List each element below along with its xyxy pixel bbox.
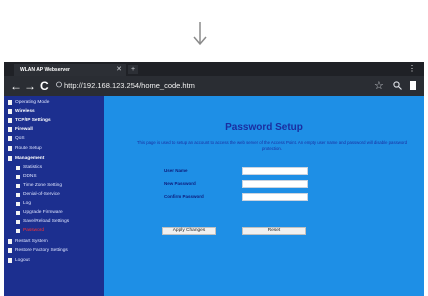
sidebar-item-label: Management [15,156,45,161]
sidebar-item-label: Wireless [15,109,35,114]
sidebar-item-label: Restart System [15,239,48,244]
sidebar-item-label: Denial-of-Service [23,192,60,197]
sidebar-item-management[interactable]: Management [8,154,44,163]
document-icon [16,228,20,233]
sidebar-item-operating-mode[interactable]: Operating Mode [8,98,49,107]
sidebar-item-restart[interactable]: Restart System [8,237,48,246]
sidebar-item-label: Save/Reload Settings [23,219,70,224]
forward-arrow-icon[interactable]: → [24,78,36,94]
document-icon [8,136,12,141]
sidebar-item-password[interactable]: Password [16,226,44,235]
sidebar-item-label: Upgrade Firmware [23,210,63,215]
sidebar-item-label: Log [23,201,32,206]
sidebar-menu: Operating Mode Wireless TCP/IP Settings … [4,96,104,296]
sidebar-item-logout[interactable]: Logout [8,256,30,265]
main-content: Password Setup This page is used to setu… [104,96,424,296]
sidebar-item-firewall[interactable]: Firewall [8,125,33,134]
sidebar-item-restore-factory[interactable]: Restore Factory Settings [8,246,68,255]
sidebar-item-tcpip[interactable]: TCP/IP Settings [8,116,51,125]
page-description: This page is used to setup an account to… [136,140,408,151]
folder-icon [8,118,12,123]
document-icon [16,174,20,179]
document-icon [16,210,20,215]
sidebar-item-save-reload[interactable]: Save/Reload Settings [16,217,69,226]
url-field[interactable]: http://192.168.123.254/home_code.htm [64,81,195,91]
document-icon [16,219,20,224]
sidebar-item-statistics[interactable]: Statistics [16,163,42,172]
sidebar-item-label: Time Zone Setting [23,183,63,188]
sidebar-item-label: Restore Factory Settings [15,248,68,253]
menu-icon[interactable]: ⋮ [408,63,416,74]
sidebar-item-ddns[interactable]: DDNS [16,172,37,181]
folder-icon [8,127,12,132]
sidebar-item-log[interactable]: Log [16,199,31,208]
sidebar-item-wireless[interactable]: Wireless [8,107,35,116]
sidebar-item-label: Operating Mode [15,100,50,105]
bookmarks-icon[interactable] [410,81,416,90]
sidebar-item-qos[interactable]: QoS [8,134,25,143]
sidebar-item-label: DDNS [23,174,37,179]
document-icon [16,192,20,197]
document-icon [8,248,12,253]
sidebar-item-dos[interactable]: Denial-of-Service [16,190,60,199]
document-icon [16,201,20,206]
tablet-screen: WLAN AP Webserver ✕ + ⋮ ← → C http://192… [4,62,424,296]
confirm-password-label: Confirm Password [164,194,204,199]
folder-icon [8,109,12,114]
bookmark-star-icon[interactable]: ☆ [374,79,384,92]
sidebar-item-time-zone[interactable]: Time Zone Setting [16,181,62,190]
back-arrow-icon[interactable]: ← [10,78,22,94]
user-name-input[interactable] [242,167,308,175]
reload-icon[interactable]: C [40,78,49,94]
confirm-password-input[interactable] [242,193,308,201]
document-icon [16,165,20,170]
new-password-input[interactable] [242,180,308,188]
document-icon [8,239,12,244]
document-icon [8,146,12,151]
down-arrow-icon [193,22,207,46]
search-icon[interactable] [393,81,402,90]
page-info-icon [56,81,62,88]
reset-button[interactable]: Reset [242,227,306,235]
document-icon [16,183,20,188]
sidebar-item-label: Statistics [23,165,43,170]
tab-strip: WLAN AP Webserver ✕ + ⋮ [4,62,424,76]
sidebar-item-label: Route Setup [15,146,42,151]
document-icon [8,258,12,263]
page-title: Password Setup [225,122,303,133]
sidebar-item-label: Logout [15,258,30,263]
sidebar-item-label: Firewall [15,127,33,132]
tab-title: WLAN AP Webserver [20,67,70,73]
user-name-label: User Name [164,168,188,173]
close-icon[interactable]: ✕ [116,64,122,76]
new-password-label: New Password [164,181,196,186]
sidebar-item-route-setup[interactable]: Route Setup [8,144,42,153]
new-tab-icon[interactable]: + [128,65,138,74]
sidebar-item-label: Password [23,228,45,233]
sidebar-item-label: TCP/IP Settings [15,118,51,123]
browser-tab[interactable]: WLAN AP Webserver ✕ [14,64,126,76]
sidebar-item-upgrade-firmware[interactable]: Upgrade Firmware [16,208,63,217]
folder-open-icon [8,156,12,161]
address-bar: ← → C http://192.168.123.254/home_code.h… [4,76,424,96]
apply-changes-button[interactable]: Apply Changes [162,227,216,235]
web-page: Operating Mode Wireless TCP/IP Settings … [4,96,424,296]
sidebar-item-label: QoS [15,136,25,141]
document-icon [8,100,12,105]
